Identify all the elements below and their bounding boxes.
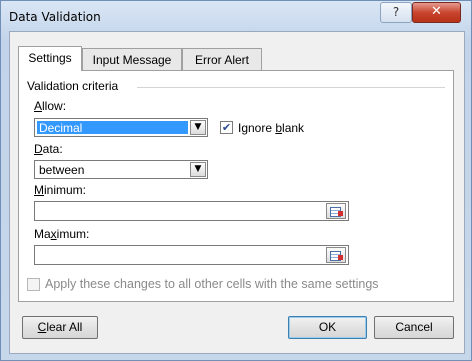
tab-settings[interactable]: Settings: [18, 46, 82, 71]
close-button[interactable]: ✕: [412, 2, 461, 23]
ignore-blank-label: Ignore blank: [238, 121, 305, 135]
maximum-label: Maximum:: [34, 227, 90, 241]
cell-range-select-icon[interactable]: [326, 203, 346, 219]
allow-label: Allow:: [34, 99, 67, 113]
apply-to-all-label: Apply these changes to all other cells w…: [45, 277, 379, 291]
validation-criteria-heading: Validation criteria: [27, 79, 123, 93]
apply-to-all-checkbox[interactable]: [27, 278, 40, 291]
clear-all-button[interactable]: Clear All: [22, 316, 98, 339]
allow-selected-value: Decimal: [37, 121, 188, 135]
close-icon: ✕: [431, 4, 442, 19]
data-validation-dialog: Data Validation ? ✕ Settings Input Messa…: [0, 0, 472, 361]
checkmark-icon: ✔: [221, 121, 232, 134]
dialog-body: Settings Input Message Error Alert Valid…: [9, 31, 465, 354]
settings-panel: Validation criteria Allow: Decimal ▼ ✔ I…: [18, 70, 454, 302]
minimum-input[interactable]: [34, 201, 349, 221]
chevron-down-icon[interactable]: ▼: [190, 162, 206, 177]
maximum-input[interactable]: [34, 245, 349, 265]
tab-input-message[interactable]: Input Message: [82, 48, 182, 70]
allow-dropdown[interactable]: Decimal ▼: [34, 118, 208, 137]
data-selected-value: between: [39, 163, 85, 177]
data-dropdown[interactable]: between ▼: [34, 160, 208, 179]
minimum-label: Minimum:: [34, 183, 87, 197]
ok-button[interactable]: OK: [288, 316, 367, 339]
group-divider: [137, 87, 445, 88]
help-button[interactable]: ?: [380, 2, 412, 23]
data-label: Data:: [34, 142, 63, 156]
cell-range-select-icon[interactable]: [326, 247, 346, 263]
ignore-blank-checkbox[interactable]: ✔: [220, 121, 233, 134]
chevron-down-icon[interactable]: ▼: [190, 120, 206, 135]
cancel-button[interactable]: Cancel: [374, 316, 454, 339]
title-bar[interactable]: Data Validation ? ✕: [1, 1, 471, 31]
tab-error-alert[interactable]: Error Alert: [182, 48, 262, 70]
window-title: Data Validation: [9, 10, 101, 24]
